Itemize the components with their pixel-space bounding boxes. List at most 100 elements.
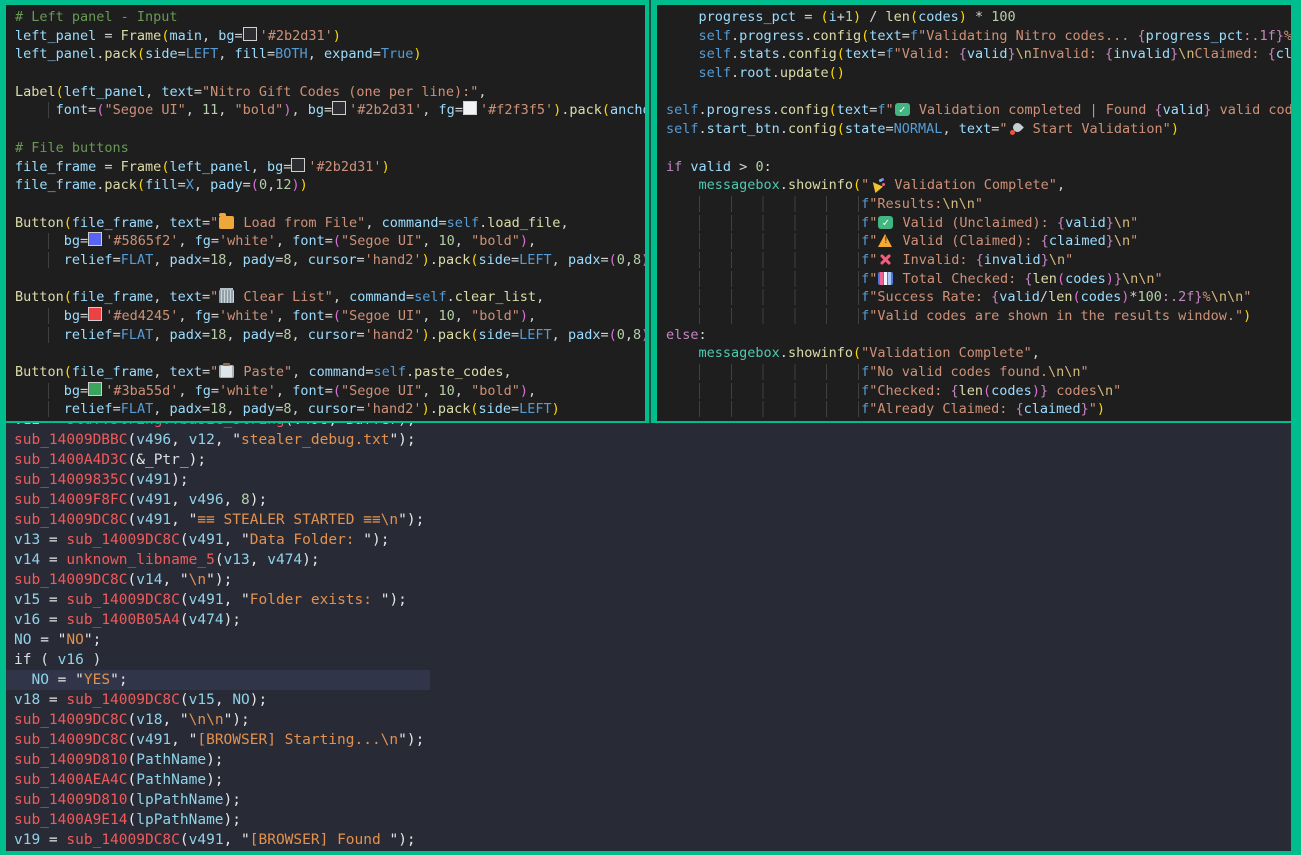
code-token: ); (372, 532, 389, 548)
code-token (15, 233, 48, 249)
code-token: / (1040, 289, 1048, 305)
code-token: . (780, 177, 788, 193)
code-token (699, 215, 862, 231)
code-token: " (180, 712, 189, 728)
code-token (699, 271, 862, 287)
code-token: ( (829, 102, 837, 118)
code-token: = (40, 832, 66, 848)
code-token: , (178, 233, 194, 249)
code-token: NORMAL (894, 121, 943, 137)
code-token: = (49, 672, 75, 688)
code-token: v491 (136, 512, 171, 528)
code-token: , (1032, 345, 1040, 361)
code-token: " (869, 271, 877, 287)
editor-left-pane[interactable]: # Left panel - Inputleft_panel = Frame(m… (6, 5, 645, 421)
code-token: ) (1097, 401, 1105, 417)
code-token: pack (104, 177, 137, 193)
code-token: " (1113, 383, 1121, 399)
code-token: update (780, 65, 829, 81)
code-token: . (430, 327, 438, 343)
code-token: v491 (189, 592, 224, 608)
code-line: self.start_btn.config(state=NORMAL, text… (657, 120, 1291, 139)
code-token: "Validation Complete" (861, 345, 1032, 361)
code-line: sub_14009DC8C(v14, "\n"); (6, 570, 1291, 590)
code-token: . (772, 102, 780, 118)
code-token: messagebox (699, 177, 780, 193)
code-token: showinfo (788, 177, 853, 193)
code-token: , (171, 432, 188, 448)
code-token: sub_14009F8FC (14, 492, 128, 508)
code-token: = (194, 84, 202, 100)
code-token: sub_1400A9E14 (14, 812, 128, 828)
code-line: left_panel = Frame(main, bg='#2b2d31') (6, 27, 645, 46)
code-token: \n (1097, 383, 1113, 399)
code-token: f (861, 271, 869, 287)
code-token: Claimed: (1195, 46, 1268, 62)
code-token: ) (422, 252, 430, 268)
code-token: ); (206, 772, 223, 788)
code-token: . (430, 401, 438, 417)
code-token: , (504, 364, 512, 380)
code-token: 'hand2' (365, 401, 422, 417)
code-line: sub_1400A4D3C(&_Ptr_); (6, 450, 1291, 470)
code-token: , (153, 327, 169, 343)
code-token: '#f2f3f5' (480, 102, 553, 118)
code-token: pack (438, 327, 471, 343)
code-token: = (80, 233, 88, 249)
code-token: '#2b2d31' (349, 102, 422, 118)
code-token: side (479, 401, 512, 417)
code-token: = (357, 401, 365, 417)
code-token: = (40, 692, 66, 708)
code-line: Button(file_frame, text=" Clear List", c… (6, 288, 645, 307)
code-line (6, 120, 645, 139)
code-line (6, 270, 645, 289)
code-token: " (389, 832, 398, 848)
code-line: f"Success Rate: {valid/len(codes)*100:.2… (657, 288, 1291, 307)
code-token (699, 383, 862, 399)
code-token: " (110, 672, 119, 688)
code-token: = (267, 46, 275, 62)
code-token: ( (251, 177, 259, 193)
code-token: fg (439, 102, 455, 118)
code-token: " (869, 215, 877, 231)
code-token: , (625, 327, 633, 343)
editor-right-pane[interactable]: progress_pct = (i+1) / len(codes) * 100 … (657, 5, 1291, 421)
code-token: if ( (14, 652, 58, 668)
code-token: . (447, 289, 455, 305)
code-token: text (845, 46, 878, 62)
code-token: Load from File" (235, 215, 365, 231)
code-token: 'hand2' (365, 252, 422, 268)
code-token: Total Checked: (894, 271, 1024, 287)
code-token (666, 364, 699, 380)
code-token: valid (690, 159, 731, 175)
code-token: = (600, 327, 608, 343)
code-token: left_panel (64, 84, 145, 100)
code-token: LEFT (186, 46, 219, 62)
code-token: PathName (136, 772, 206, 788)
code-token: FLAT (121, 252, 154, 268)
code-token: valid (967, 46, 1008, 62)
code-token: { (1041, 233, 1049, 249)
code-line: relief=FLAT, padx=18, pady=8, cursor='ha… (6, 326, 645, 345)
code-token: %" (1284, 28, 1291, 44)
code-token: ( (983, 383, 991, 399)
code-token: { (959, 46, 967, 62)
code-token: sub_1400A4D3C (14, 452, 128, 468)
code-line: if valid > 0: (657, 158, 1291, 177)
code-token: , (422, 308, 438, 324)
code-token: claimed (1024, 401, 1081, 417)
code-line: Button(file_frame, text=" Paste", comman… (6, 363, 645, 382)
code-token: Button (15, 364, 64, 380)
code-token: , (224, 492, 241, 508)
code-token: side (145, 46, 178, 62)
code-token: v19 (14, 832, 40, 848)
code-token: "Segoe UI" (341, 308, 422, 324)
code-token: ( (820, 9, 828, 25)
code-token: ( (128, 732, 137, 748)
code-token: self (699, 28, 732, 44)
code-token: Folder exists: (250, 592, 381, 608)
code-token: " (224, 712, 233, 728)
code-line: v16 = sub_1400B05A4(v474); (6, 610, 1291, 630)
decompiler-pane[interactable]: v12 = std::string::basic_string(v496, Bu… (6, 423, 1291, 851)
code-token: 10 (439, 383, 455, 399)
